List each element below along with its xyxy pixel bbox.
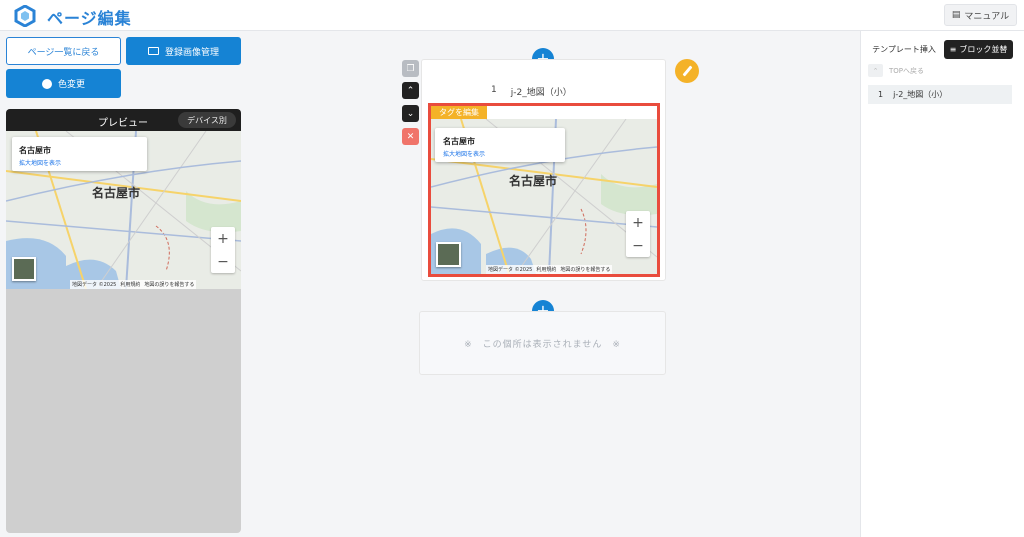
enlarge-map-link[interactable]: 拡大地図を表示 — [19, 158, 61, 167]
color-change-label: 色変更 — [57, 80, 85, 90]
page-title: ページ編集 — [47, 9, 132, 28]
close-icon: ✕ — [406, 131, 415, 142]
attribution-terms[interactable]: 利用規約 — [120, 281, 140, 288]
image-icon — [147, 47, 159, 55]
empty-block-placeholder: ※ この個所は表示されません ※ — [419, 311, 666, 375]
logo-icon — [14, 5, 36, 27]
image-manager-label: 登録画像管理 — [164, 47, 219, 58]
map-info-city: 名古屋市 — [19, 146, 51, 155]
back-to-top-label: TOPへ戻る — [889, 66, 925, 75]
palette-icon — [41, 78, 52, 89]
copy-block-button[interactable]: ❐ — [402, 60, 419, 77]
preview-map[interactable]: 名古屋市 拡大地図を表示 名古屋市 + − 地図データ ©2025 利用規約 地… — [6, 131, 241, 289]
preview-title: プレビュー — [98, 118, 148, 129]
block-number: 1 — [491, 85, 497, 95]
chevron-up-icon: ⌃ — [868, 64, 883, 77]
attribution-report[interactable]: 地図の誤りを報告する — [144, 281, 194, 288]
edit-block-button[interactable] — [675, 59, 699, 83]
selected-block-frame — [428, 103, 660, 277]
block-heading: 1 j-2_地図（小） — [491, 85, 572, 98]
image-manager-button[interactable]: 登録画像管理 — [126, 37, 241, 65]
book-icon: ▤ — [951, 10, 961, 20]
delete-block-button[interactable]: ✕ — [402, 128, 419, 145]
map-info-box: 名古屋市 拡大地図を表示 — [12, 137, 147, 171]
map-zoom-control: + − — [211, 227, 235, 273]
chevron-up-icon: ⌃ — [406, 85, 415, 96]
device-button[interactable]: デバイス別 — [178, 112, 236, 128]
back-to-top-link[interactable]: ⌃ TOPへ戻る — [868, 64, 924, 77]
map-city-label: 名古屋市 — [92, 186, 141, 200]
manual-button-label: マニュアル — [964, 11, 1010, 22]
chevron-down-icon: ⌄ — [406, 108, 415, 119]
copy-icon: ❐ — [406, 63, 415, 74]
tab-template-insert[interactable]: テンプレート挿入 — [868, 40, 940, 59]
map-attribution: 地図データ ©2025 利用規約 地図の誤りを報告する — [70, 280, 197, 289]
satellite-toggle[interactable] — [12, 257, 36, 281]
pencil-icon — [681, 65, 693, 77]
tag-edit-button[interactable]: タグを編集 — [431, 106, 487, 119]
right-panel — [860, 31, 1024, 537]
attribution-data: 地図データ ©2025 — [72, 282, 117, 288]
preview-panel: プレビュー デバイス別 名古屋市 拡大地図を表示 名古屋市 + − 地図データ … — [6, 109, 241, 533]
block-name: j-2_地図（小） — [510, 88, 572, 98]
move-up-button[interactable]: ⌃ — [402, 82, 419, 99]
block-list-number: 1 — [878, 90, 884, 99]
zoom-in-button[interactable]: + — [217, 232, 229, 246]
app-header — [0, 0, 1024, 31]
back-to-list-button[interactable]: ページ一覧に戻る — [6, 37, 121, 65]
zoom-out-button[interactable]: − — [217, 255, 229, 269]
manual-button[interactable]: ▤ マニュアル — [944, 4, 1017, 26]
block-list-name: j-2_地図（小） — [893, 90, 948, 99]
color-change-button[interactable]: 色変更 — [6, 69, 121, 98]
list-icon: ≡ — [949, 45, 957, 54]
move-down-button[interactable]: ⌄ — [402, 105, 419, 122]
tab-block-reorder-label: ブロック並替 — [959, 45, 1008, 54]
tab-block-reorder[interactable]: ≡ ブロック並替 — [944, 40, 1013, 59]
block-list-item[interactable]: 1 j-2_地図（小） — [868, 85, 1012, 104]
